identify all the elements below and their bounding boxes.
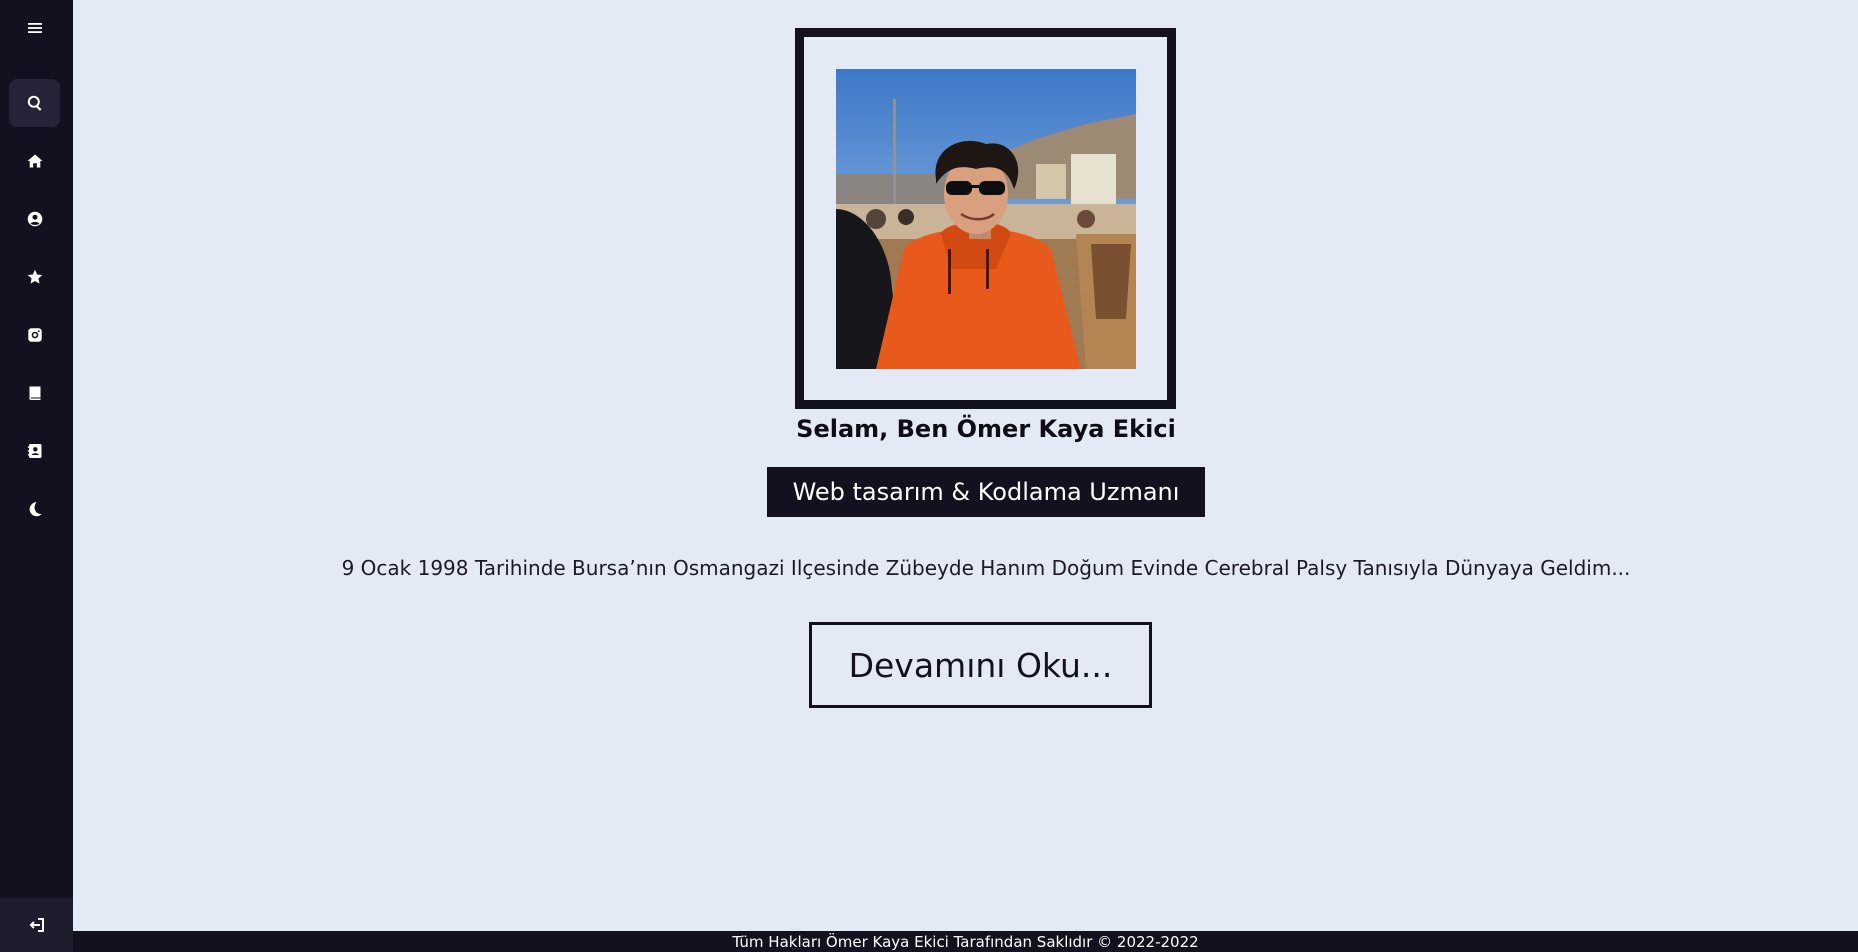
greeting-heading: Selam, Ben Ömer Kaya Ekici (796, 415, 1176, 443)
gallery-button[interactable] (9, 311, 60, 359)
bio-text: 9 Ocak 1998 Tarihinde Bursa’nın Osmangaz… (341, 556, 1631, 580)
blog-button[interactable] (9, 369, 60, 417)
star-icon (27, 269, 42, 284)
moon-icon (29, 502, 42, 517)
logout-button[interactable] (0, 898, 73, 952)
profile-photo (836, 69, 1136, 369)
menu-button[interactable] (9, 4, 60, 52)
contact-card-icon (27, 444, 41, 458)
footer-copyright: Tüm Hakları Ömer Kaya Ekici Tarafından S… (73, 931, 1858, 952)
search-button[interactable] (9, 79, 60, 127)
sidebar (0, 0, 73, 952)
role-badge: Web tasarım & Kodlama Uzmanı (767, 467, 1205, 517)
camera-icon (27, 328, 42, 342)
menu-icon (27, 23, 42, 33)
search-icon (27, 95, 41, 111)
contact-button[interactable] (9, 427, 60, 475)
book-icon (28, 386, 40, 400)
theme-toggle-button[interactable] (9, 485, 60, 533)
read-more-button[interactable]: Devamını Oku... (809, 622, 1152, 708)
logout-icon (29, 918, 44, 932)
home-icon (27, 154, 42, 168)
user-icon (27, 211, 42, 227)
skills-button[interactable] (9, 253, 60, 301)
home-button[interactable] (9, 137, 60, 185)
about-button[interactable] (9, 195, 60, 243)
